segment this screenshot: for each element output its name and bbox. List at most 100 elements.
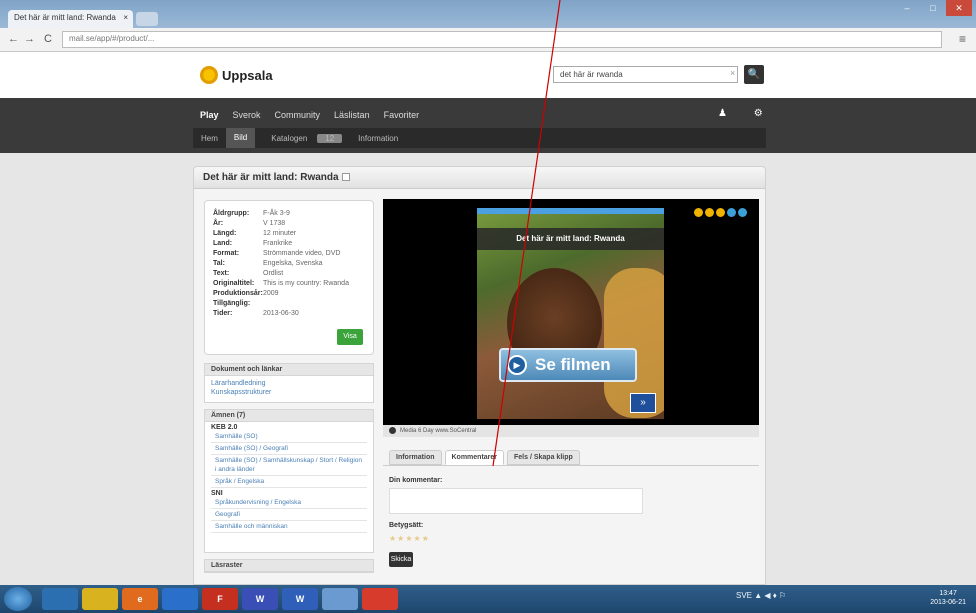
info-key: Produktionsår: [213,290,263,297]
katalogen-count-badge: 12 [317,133,343,143]
info-key: Tal: [213,260,225,267]
reload-icon[interactable]: C [44,33,52,45]
subnav-katalogen[interactable]: Katalogen 12 [255,133,350,143]
product-info-box: Åldrgrupp: F-Åk 3-9 År: V 1738 Längd: 12 minu… [204,200,374,355]
tab-fels-skapa-klipp[interactable]: Fels / Skapa klipp [507,450,580,465]
info-key: Längd: [213,230,237,237]
info-row: Format: Strömmande video, DVD [213,249,365,259]
subject-link[interactable]: Språkundervisning / Engelska [211,497,367,509]
rating-label: Betygsätt: [389,522,424,529]
comment-label: Din kommentar: [389,477,443,484]
info-row: Produktionsår: 2009 [213,289,365,299]
maximize-button[interactable]: □ [920,0,946,16]
document-link[interactable]: Kunskapsstrukturer [205,388,373,397]
nav-item-play[interactable]: Play [193,110,226,120]
subject-link[interactable]: Samhälle (SO) [211,431,367,443]
nav-item-sverok[interactable]: Sverok [226,110,268,120]
content-tabs: Information Kommentarer Fels / Skapa kli… [389,450,580,465]
play-icon: ▶ [507,355,527,375]
taskbar: e F W W SVE ▲ ◀ ♦ ⚐ 13:47 2013-06-21 [0,585,976,613]
subnav-bild[interactable]: Bild [225,128,256,148]
taskbar-app-word-2[interactable]: W [282,588,318,610]
info-key: Land: [213,240,233,247]
start-button[interactable] [4,587,32,611]
video-player[interactable]: Det här är mitt land: Rwanda ▶ Se filmen… [383,199,759,425]
visa-button[interactable]: Visa [337,329,363,345]
info-value [263,299,365,309]
subject-link[interactable]: Samhälle (SO) / Geografi [211,443,367,455]
subject-link[interactable]: Samhälle (SO) / Samhällskunskap / Stort … [211,455,367,476]
back-icon[interactable]: ← [8,33,19,45]
web-page: Uppsala det här är rwanda × 🔍 Play Svero… [0,52,976,585]
subject-link[interactable]: Språk / Engelska [211,476,367,488]
watch-film-label: Se filmen [535,355,611,374]
info-row: Åldrgrupp: F-Åk 3-9 [213,209,365,219]
subjects-panel-heading: Ämnen (7) [205,410,373,422]
info-value: Frankrike [263,240,293,247]
taskbar-app-explorer[interactable] [42,588,78,610]
taskbar-app-flash[interactable]: F [202,588,238,610]
info-value: 12 minuter [263,230,297,237]
system-tray[interactable]: SVE ▲ ◀ ♦ ⚐ [736,591,786,600]
system-clock[interactable]: 13:47 2013-06-21 [930,589,966,607]
taskbar-app-ie[interactable] [162,588,198,610]
watch-film-button[interactable]: ▶ Se filmen [499,348,637,382]
next-arrow-icon[interactable]: » [630,393,656,413]
subject-link[interactable]: Geografi [211,509,367,521]
info-value: Strömmande video, DVD [263,250,341,257]
browser-menu-icon[interactable]: ≡ [959,32,966,46]
nav-item-laslistan[interactable]: Läslistan [327,110,377,120]
info-row: Originaltitel: This is my country: Rwanda [213,279,365,289]
forward-icon[interactable]: → [24,33,35,45]
tab-title: Det här är mitt land: Rwanda [14,13,116,22]
rating-stars[interactable]: ★★★★★ [389,534,430,543]
info-value: This is my country: Rwanda [263,280,349,287]
search-input[interactable]: det här är rwanda [553,66,738,83]
user-settings-icons[interactable]: ♟ ⚙ [718,108,775,119]
nav-item-community[interactable]: Community [268,110,328,120]
reading-panel: Läsraster [204,559,374,573]
search-clear-icon[interactable]: × [730,68,735,78]
product-card: Det här är mitt land: Rwanda Åldrgrupp: F… [193,166,766,585]
reading-panel-heading[interactable]: Läsraster [205,560,373,572]
send-comment-button[interactable]: Skicka [389,552,413,567]
info-key: Text: [213,270,230,277]
video-poster[interactable]: Det här är mitt land: Rwanda ▶ Se filmen… [477,208,664,419]
taskbar-app-folder[interactable] [82,588,118,610]
address-bar: ← → C mail.se/app/#/product/... ≡ [0,28,976,52]
taskbar-app-chrome[interactable] [362,588,398,610]
url-field[interactable]: mail.se/app/#/product/... [62,31,942,48]
subnav-hem[interactable]: Hem [193,134,226,143]
info-row: Text: Ordlist [213,269,365,279]
subjects-panel: Ämnen (7) KEB 2.0 Samhälle (SO) Samhälle… [204,409,374,553]
taskbar-app-word[interactable]: W [242,588,278,610]
tab-information[interactable]: Information [389,450,442,465]
minimize-button[interactable]: – [894,0,920,16]
info-key: År: [213,220,224,227]
bookmark-icon[interactable] [341,173,350,182]
subject-link[interactable]: Samhälle och människan [211,521,367,533]
subnav-information[interactable]: Information [350,134,406,143]
info-key: Format: [213,250,240,257]
search-button[interactable]: 🔍 [744,65,764,84]
tab-close-icon[interactable]: × [123,13,128,22]
taskbar-app-paint[interactable] [322,588,358,610]
tab-kommentarer[interactable]: Kommentarer [444,450,505,465]
info-row: Tal: Engelska, Svenska [213,259,365,269]
site-logo[interactable]: Uppsala [200,66,273,84]
info-key: Originaltitel: [213,280,255,287]
clock-time: 13:47 [939,590,957,597]
close-window-button[interactable]: ✕ [946,0,972,16]
new-tab-button[interactable] [136,12,158,26]
document-link[interactable]: Lärarhandledning [205,379,373,388]
comment-textarea[interactable] [389,488,643,514]
taskbar-app-media[interactable]: e [122,588,158,610]
subnav-katalogen-label: Katalogen [271,133,308,143]
clock-date: 2013-06-21 [930,599,966,606]
logo-icon [200,66,218,84]
sub-navigation: Hem Bild Katalogen 12 Information [193,128,766,148]
info-row: Tider: 2013-06-30 [213,309,365,319]
info-value: 2013-06-30 [263,310,299,317]
browser-tab[interactable]: Det här är mitt land: Rwanda × [8,10,133,28]
nav-item-favoriter[interactable]: Favoriter [377,110,427,120]
